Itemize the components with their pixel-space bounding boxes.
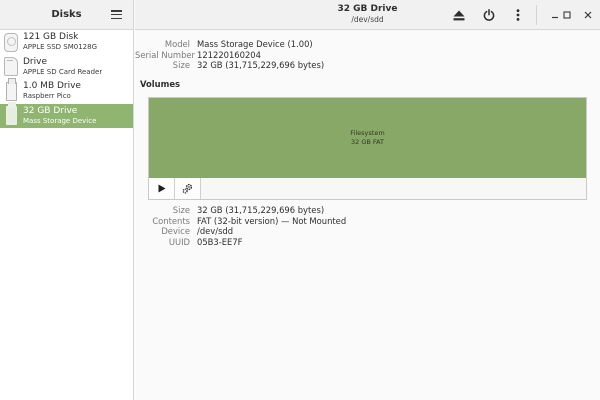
sidebar-title: Disks <box>51 9 82 20</box>
vol-row-device: Device /dev/sdd <box>135 226 346 237</box>
info-key: Contents <box>152 215 190 226</box>
drive-details-panel: Model Mass Storage Device (1.00) Serial … <box>135 31 600 400</box>
play-icon <box>158 184 165 193</box>
info-key: Device <box>161 226 190 237</box>
info-value: 121220160204 <box>197 49 261 60</box>
volume-info: Size 32 GB (31,715,229,696 bytes) Conten… <box>135 205 346 247</box>
eject-icon <box>453 10 465 20</box>
disk-model: APPLE SD Card Reader <box>23 67 103 76</box>
menu-icon[interactable] <box>111 10 122 20</box>
volume-toolbar <box>149 178 586 199</box>
info-key: Size <box>172 60 190 71</box>
disk-model: Mass Storage Device <box>23 116 97 125</box>
vol-row-uuid: UUID 05B3-EE7F <box>135 237 346 248</box>
partition-size-label: 32 GB FAT <box>351 138 384 146</box>
info-row-model: Model Mass Storage Device (1.00) <box>135 39 324 50</box>
partition-filesystem[interactable]: Filesystem 32 GB FAT <box>149 98 586 178</box>
close-button[interactable] <box>578 5 598 25</box>
sidebar-header: Disks <box>0 0 133 30</box>
usb-drive-icon <box>5 102 17 126</box>
disk-name: Drive <box>23 56 47 67</box>
info-key: Serial Number <box>135 49 196 60</box>
hard-disk-icon <box>4 32 18 52</box>
info-key: Model <box>164 39 190 49</box>
info-value: 32 GB (31,715,229,696 bytes) <box>197 205 325 215</box>
gears-icon <box>182 183 193 194</box>
info-key: UUID <box>168 236 190 247</box>
sd-card-icon <box>4 57 18 77</box>
vol-row-size: Size 32 GB (31,715,229,696 bytes) <box>135 205 346 216</box>
header-bar: 32 GB Drive /dev/sdd <box>135 0 600 30</box>
disk-item-1mb[interactable]: 1.0 MB Drive Raspberr Pico <box>0 77 133 104</box>
kebab-menu-icon <box>516 9 520 21</box>
disk-item-sd-card[interactable]: Drive APPLE SD Card Reader <box>0 55 133 80</box>
disk-model: APPLE SSD SM0128G <box>23 43 98 52</box>
info-key: Size <box>172 205 190 215</box>
partition-label: Filesystem <box>350 129 385 137</box>
disk-name: 32 GB Drive <box>23 105 78 116</box>
disk-list: 121 GB Disk APPLE SSD SM0128G Drive APPL… <box>0 30 133 128</box>
power-off-button[interactable] <box>479 5 499 25</box>
volumes-heading: Volumes <box>140 79 181 89</box>
disk-name: 121 GB Disk <box>23 32 79 43</box>
info-value: FAT (32-bit version) — Not Mounted <box>197 215 347 226</box>
info-value: /dev/sdd <box>197 226 234 237</box>
maximize-button[interactable] <box>557 5 577 25</box>
usb-drive-icon <box>5 77 17 101</box>
drive-info: Model Mass Storage Device (1.00) Serial … <box>135 39 324 71</box>
volume-map: Filesystem 32 GB FAT <box>148 97 587 200</box>
power-icon <box>483 9 495 21</box>
drive-title: 32 GB Drive <box>337 4 398 14</box>
drive-options-button[interactable] <box>508 5 528 25</box>
eject-button[interactable] <box>449 5 469 25</box>
partition-settings-button[interactable] <box>175 178 201 199</box>
disks-sidebar: Disks 121 GB Disk APPLE SSD SM0128G Driv… <box>0 0 134 400</box>
info-value: 32 GB (31,715,229,696 bytes) <box>197 60 325 71</box>
mount-button[interactable] <box>149 178 175 199</box>
vol-row-contents: Contents FAT (32-bit version) — Not Moun… <box>135 216 346 227</box>
disk-item-121gb[interactable]: 121 GB Disk APPLE SSD SM0128G <box>0 30 133 55</box>
info-row-size: Size 32 GB (31,715,229,696 bytes) <box>135 60 324 71</box>
maximize-icon <box>563 11 571 19</box>
close-icon <box>584 11 592 19</box>
info-row-serial: Serial Number 121220160204 <box>135 50 324 61</box>
disk-name: 1.0 MB Drive <box>23 81 81 92</box>
info-value: 05B3-EE7F <box>197 236 243 247</box>
drive-device-path: /dev/sdd <box>351 15 384 24</box>
header-separator <box>536 5 537 25</box>
disk-model: Raspberr Pico <box>23 92 71 101</box>
info-value: Mass Storage Device (1.00) <box>197 39 313 49</box>
disk-item-32gb[interactable]: 32 GB Drive Mass Storage Device <box>0 102 133 128</box>
